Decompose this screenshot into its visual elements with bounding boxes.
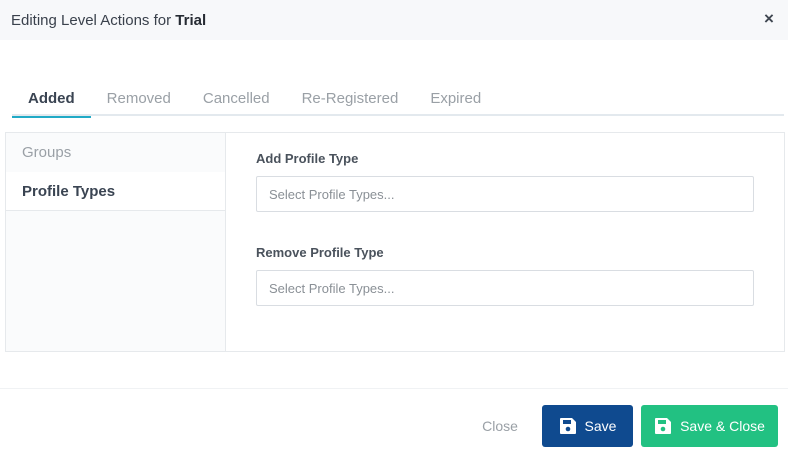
sidebar: Groups Profile Types xyxy=(6,133,226,351)
remove-profile-type-select[interactable]: Select Profile Types... xyxy=(256,270,754,306)
tab-removed[interactable]: Removed xyxy=(91,80,187,116)
modal-title: Editing Level Actions for Trial xyxy=(11,12,206,29)
close-button[interactable]: Close xyxy=(480,405,520,447)
action-tabs: Added Removed Cancelled Re-Registered Ex… xyxy=(12,80,784,118)
save-and-close-button-label: Save & Close xyxy=(680,418,765,434)
modal-title-level-name: Trial xyxy=(175,11,207,29)
modal-title-prefix: Editing Level Actions for xyxy=(11,11,172,29)
footer-divider xyxy=(0,388,788,389)
tab-cancelled[interactable]: Cancelled xyxy=(187,80,286,116)
tab-re-registered[interactable]: Re-Registered xyxy=(286,80,415,116)
floppy-disk-icon xyxy=(655,418,672,434)
tab-expired[interactable]: Expired xyxy=(414,80,497,116)
save-button[interactable]: Save xyxy=(542,405,633,447)
close-icon[interactable]: × xyxy=(759,9,779,29)
save-button-label: Save xyxy=(584,418,617,434)
modal-header: Editing Level Actions for Trial × xyxy=(0,0,788,40)
tab-added[interactable]: Added xyxy=(12,80,91,118)
save-and-close-button[interactable]: Save & Close xyxy=(641,405,778,447)
tab-panel: Groups Profile Types Add Profile Type Se… xyxy=(5,132,785,352)
add-profile-type-select[interactable]: Select Profile Types... xyxy=(256,176,754,212)
remove-profile-type-label: Remove Profile Type xyxy=(256,245,384,260)
floppy-disk-icon xyxy=(559,418,576,434)
sidebar-item-profile-types[interactable]: Profile Types xyxy=(6,172,225,211)
add-profile-type-label: Add Profile Type xyxy=(256,151,359,166)
sidebar-item-groups[interactable]: Groups xyxy=(6,133,225,172)
profile-types-form: Add Profile Type Select Profile Types...… xyxy=(226,133,784,351)
